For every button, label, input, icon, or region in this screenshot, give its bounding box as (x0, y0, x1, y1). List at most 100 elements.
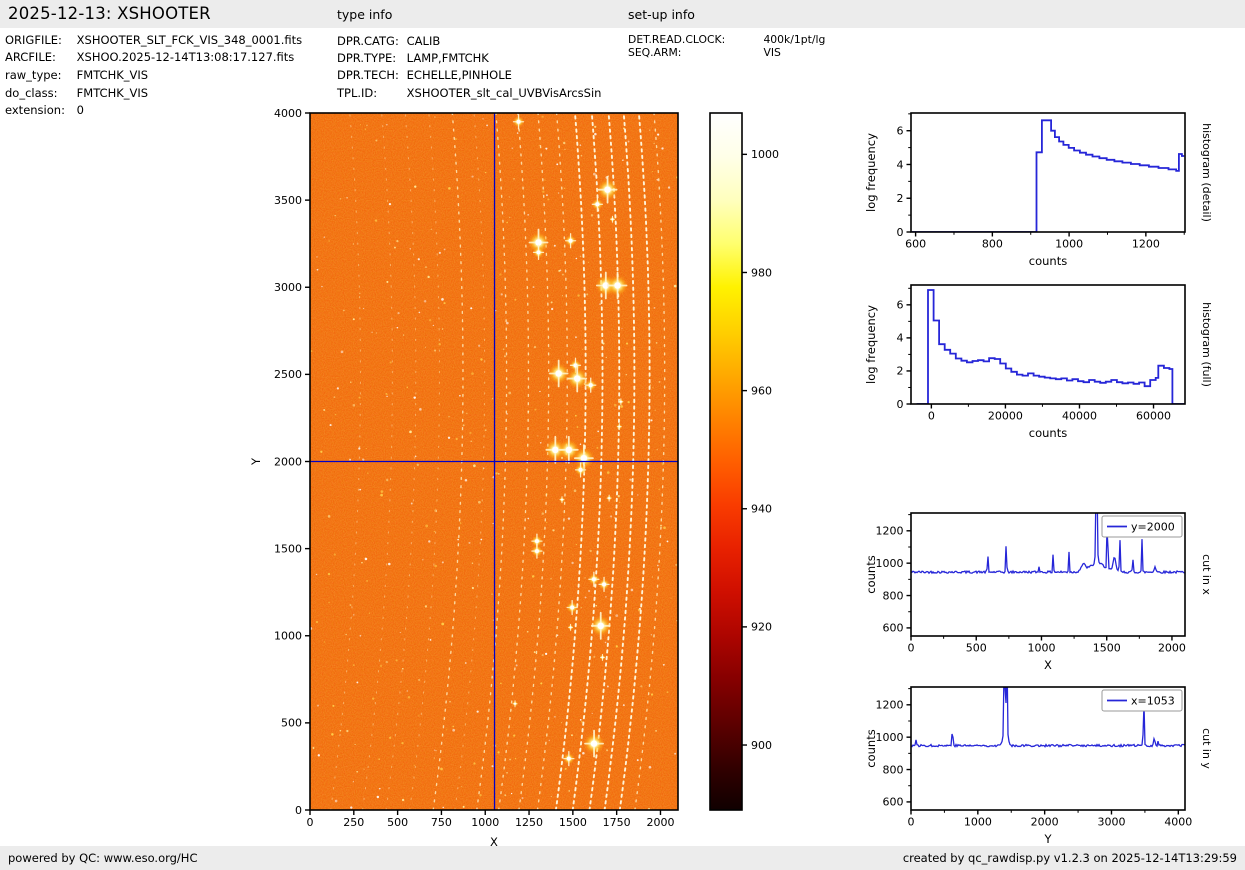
svg-text:Y: Y (249, 457, 263, 466)
svg-text:920: 920 (751, 621, 772, 634)
type-info-label: DPR.CATG: (337, 34, 399, 48)
svg-text:600: 600 (883, 796, 904, 809)
file-info-row: extension: 0 (5, 103, 84, 117)
svg-text:1000: 1000 (876, 731, 904, 744)
svg-text:1000: 1000 (471, 816, 499, 829)
file-info-value: FMTCHK_VIS (76, 86, 149, 100)
svg-text:800: 800 (883, 589, 904, 602)
svg-text:1000: 1000 (1055, 238, 1083, 251)
raw-image-plot: 0 250 500 750 1000 1250 1500 1750 2000 0 500 1000 15… (249, 107, 679, 849)
svg-text:6: 6 (897, 125, 904, 138)
svg-text:histogram (detail): histogram (detail) (1200, 123, 1213, 222)
svg-text:cut in x: cut in x (1200, 554, 1213, 595)
svg-text:800: 800 (883, 763, 904, 776)
header-bar: 2025-12-13: XSHOOTER type info set-up in… (0, 0, 1245, 28)
svg-text:0: 0 (908, 642, 915, 655)
svg-text:0: 0 (307, 816, 314, 829)
svg-text:500: 500 (387, 816, 408, 829)
file-info-label: ORIGFILE: (5, 33, 62, 47)
type-info-value: ECHELLE,PINHOLE (406, 68, 512, 82)
svg-text:750: 750 (431, 816, 452, 829)
type-info-heading: type info (337, 7, 393, 22)
svg-text:600: 600 (905, 238, 926, 251)
svg-text:1200: 1200 (876, 525, 904, 538)
file-info-label: extension: (5, 103, 65, 117)
file-info-row: ORIGFILE: XSHOOTER_SLT_FCK_VIS_348_0001.… (5, 33, 302, 47)
file-info-value: XSHOOTER_SLT_FCK_VIS_348_0001.fits (76, 33, 303, 47)
type-info-row: DPR.TYPE: LAMP,FMTCHK (337, 51, 489, 65)
file-info-value: FMTCHK_VIS (76, 68, 149, 82)
svg-text:2: 2 (897, 365, 904, 378)
setup-info-row: SEQ.ARM: VIS (628, 46, 781, 59)
svg-text:0: 0 (928, 410, 935, 423)
svg-text:histogram (full): histogram (full) (1200, 302, 1213, 387)
svg-text:1250: 1250 (515, 816, 543, 829)
file-info-row: do_class: FMTCHK_VIS (5, 86, 148, 100)
setup-info-heading: set-up info (628, 7, 695, 22)
svg-text:60000: 60000 (1136, 410, 1171, 423)
svg-text:log frequency: log frequency (864, 305, 878, 384)
svg-text:1000: 1000 (876, 557, 904, 570)
type-info-value: LAMP,FMTCHK (406, 51, 489, 65)
svg-text:1750: 1750 (603, 816, 631, 829)
cut-in-x-plot: 0 500 1000 1500 2000 600 800 1000 1200 Xcounts cut… (864, 512, 1213, 672)
svg-text:1000: 1000 (751, 148, 779, 161)
svg-text:3000: 3000 (1097, 816, 1125, 829)
type-info-label: DPR.TYPE: (337, 51, 397, 65)
svg-text:1000: 1000 (1027, 642, 1055, 655)
svg-text:3000: 3000 (274, 281, 302, 294)
svg-text:500: 500 (281, 717, 302, 730)
colorbar: 1000 980 960 940 920 900 (709, 112, 779, 811)
svg-text:900: 900 (751, 739, 772, 752)
svg-text:2000: 2000 (1031, 816, 1059, 829)
svg-text:1000: 1000 (274, 630, 302, 643)
svg-text:2: 2 (897, 192, 904, 205)
type-info-label: DPR.TECH: (337, 68, 399, 82)
qc-report-page: 2025-12-13: XSHOOTER type info set-up in… (0, 0, 1245, 870)
svg-text:Y: Y (1043, 832, 1052, 846)
svg-text:1200: 1200 (1132, 238, 1160, 251)
type-info-value: CALIB (406, 34, 441, 48)
footer-right-text: created by qc_rawdisp.py v1.2.3 on 2025-… (902, 851, 1237, 865)
svg-text:1000: 1000 (964, 816, 992, 829)
setup-info-label: SEQ.ARM: (628, 46, 682, 59)
svg-text:1500: 1500 (559, 816, 587, 829)
cut-in-y-plot: 0 1000 2000 3000 4000 600 800 1000 1200 Ycounts cu… (864, 686, 1213, 846)
svg-text:960: 960 (751, 384, 772, 397)
page-title: 2025-12-13: XSHOOTER (8, 4, 211, 23)
svg-text:x=1053: x=1053 (1131, 694, 1175, 707)
svg-text:40000: 40000 (1062, 410, 1097, 423)
svg-text:2500: 2500 (274, 368, 302, 381)
svg-text:4000: 4000 (1164, 816, 1192, 829)
file-info-label: raw_type: (5, 68, 62, 82)
svg-text:0: 0 (897, 226, 904, 239)
type-info-row: DPR.TECH: ECHELLE,PINHOLE (337, 68, 512, 82)
setup-info-value: VIS (763, 46, 781, 59)
svg-text:counts: counts (864, 729, 878, 767)
svg-text:log frequency: log frequency (864, 133, 878, 212)
footer-left-text: powered by QC: www.eso.org/HC (8, 851, 198, 865)
setup-info-row: DET.READ.CLOCK: 400k/1pt/lg (628, 33, 825, 46)
svg-text:20000: 20000 (988, 410, 1023, 423)
file-info-label: do_class: (5, 86, 58, 100)
svg-text:0: 0 (295, 804, 302, 817)
svg-text:800: 800 (982, 238, 1003, 251)
svg-text:counts: counts (1029, 426, 1067, 440)
svg-text:6: 6 (897, 299, 904, 312)
svg-text:250: 250 (343, 816, 364, 829)
svg-text:4000: 4000 (274, 107, 302, 120)
svg-text:counts: counts (1029, 254, 1067, 268)
file-info-row: raw_type: FMTCHK_VIS (5, 68, 148, 82)
setup-info-label: DET.READ.CLOCK: (628, 33, 726, 46)
svg-text:1500: 1500 (274, 542, 302, 555)
histogram-full-plot: 0 20000 40000 60000 0 2 4 6 counts log frequency h… (864, 284, 1213, 440)
svg-text:500: 500 (966, 642, 987, 655)
svg-text:1500: 1500 (1093, 642, 1121, 655)
svg-text:3500: 3500 (274, 194, 302, 207)
svg-text:2000: 2000 (646, 816, 674, 829)
svg-text:y=2000: y=2000 (1131, 520, 1175, 533)
file-info-label: ARCFILE: (5, 50, 56, 64)
svg-text:940: 940 (751, 503, 772, 516)
file-info-value: XSHOO.2025-12-14T13:08:17.127.fits (76, 50, 295, 64)
svg-text:0: 0 (908, 816, 915, 829)
